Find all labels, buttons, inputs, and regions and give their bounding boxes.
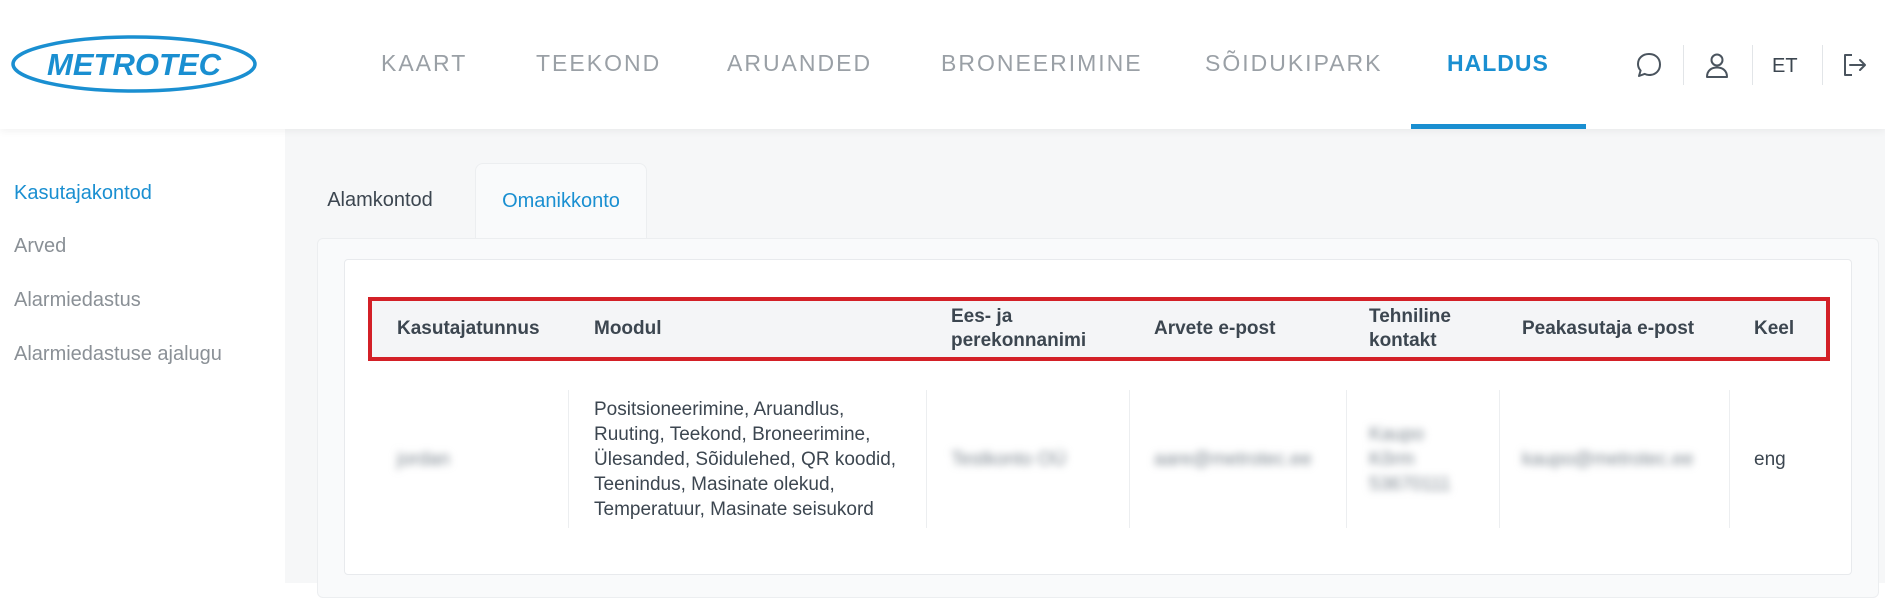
accounts-card: Kasutajatunnus Moodul Ees- ja perekonnan… bbox=[344, 259, 1852, 575]
table-row[interactable]: jordan Positsioneerimine, Aruandlus, Ruu… bbox=[371, 390, 1827, 528]
sidebar-item-kasutajakontod[interactable]: Kasutajakontod bbox=[14, 182, 152, 205]
column-divider bbox=[1129, 390, 1130, 528]
nav-soidukipark[interactable]: SÕIDUKIPARK bbox=[1205, 50, 1383, 77]
nav-aruanded[interactable]: ARUANDED bbox=[727, 50, 872, 77]
chat-icon[interactable] bbox=[1629, 45, 1669, 85]
column-divider bbox=[568, 390, 569, 528]
sidebar-item-alarmiedastuse-ajalugu[interactable]: Alarmiedastuse ajalugu bbox=[14, 343, 222, 366]
user-icon[interactable] bbox=[1697, 45, 1737, 85]
cell-language: eng bbox=[1754, 448, 1786, 470]
nav-active-underline bbox=[1411, 124, 1586, 129]
header-divider bbox=[1822, 45, 1823, 85]
nav-haldus[interactable]: HALDUS bbox=[1447, 50, 1549, 77]
logo-text: METROTEC bbox=[47, 47, 222, 82]
cell-billing-email: aare@metrotec.ee bbox=[1154, 448, 1312, 470]
nav-teekond[interactable]: TEEKOND bbox=[536, 50, 661, 77]
column-divider bbox=[1346, 390, 1347, 528]
header-divider bbox=[1752, 45, 1753, 85]
column-divider bbox=[926, 390, 927, 528]
main-content: Alamkontod Omanikkonto Kasutajatunnus Mo… bbox=[285, 129, 1885, 598]
cell-tech-contact: Kaupo Kõrm 53670111 bbox=[1369, 423, 1451, 495]
sidebar-item-arved[interactable]: Arved bbox=[14, 235, 66, 258]
top-header: METROTEC KAART TEEKOND ARUANDED BRONEERI… bbox=[0, 0, 1885, 129]
language-selector[interactable]: ET bbox=[1772, 55, 1798, 78]
column-divider bbox=[1729, 390, 1730, 528]
column-divider bbox=[1499, 390, 1500, 528]
tab-alamkontod[interactable]: Alamkontod bbox=[315, 163, 445, 238]
metrotec-logo[interactable]: METROTEC bbox=[10, 34, 258, 94]
header-divider bbox=[1683, 45, 1684, 85]
logout-icon[interactable] bbox=[1834, 45, 1874, 85]
tab-omanikkonto[interactable]: Omanikkonto bbox=[475, 163, 647, 238]
cell-admin-email: kaupo@metrotec.ee bbox=[1522, 448, 1694, 470]
header-highlight-box bbox=[368, 297, 1830, 361]
tab-panel: Kasutajatunnus Moodul Ees- ja perekonnan… bbox=[317, 238, 1879, 598]
cell-name: Testkonto OÜ bbox=[951, 448, 1067, 470]
cell-modules: Positsioneerimine, Aruandlus, Ruuting, T… bbox=[594, 398, 897, 520]
sidebar: Kasutajakontod Arved Alarmiedastus Alarm… bbox=[0, 129, 285, 583]
sidebar-item-alarmiedastus[interactable]: Alarmiedastus bbox=[14, 289, 141, 312]
nav-broneerimine[interactable]: BRONEERIMINE bbox=[941, 50, 1143, 77]
nav-kaart[interactable]: KAART bbox=[381, 50, 467, 77]
cell-username: jordan bbox=[397, 448, 450, 470]
